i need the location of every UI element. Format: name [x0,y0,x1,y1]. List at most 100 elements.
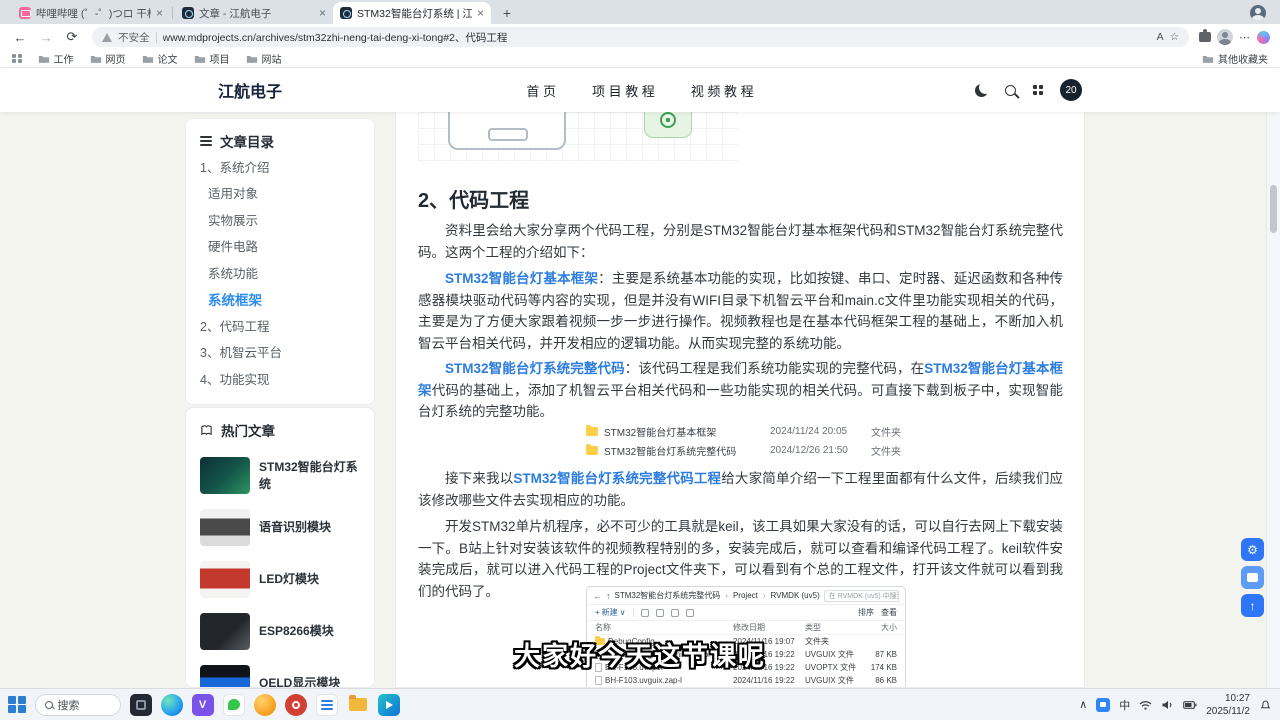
taskbar-media-icon[interactable] [377,693,400,716]
volume-icon[interactable] [1161,699,1174,711]
browser-window: 哔哩哔哩 (゜-゜)つロ 干杯~-bilibili × 文章 - 江航电子 × … [0,0,1280,720]
tab-title: 文章 - 江航电子 [199,7,272,20]
taskbar-wechat-icon[interactable] [222,693,245,716]
bookmark-label: 项目 [209,55,230,66]
taskbar-explorer-icon[interactable] [347,694,369,716]
toc-item-framework-active[interactable]: 系统框架 [200,286,360,313]
term-link[interactable]: STM32智能台灯系统完整代码 [445,361,625,376]
extensions-icon[interactable] [1199,29,1211,42]
toc-item-audience[interactable]: 适用对象 [200,180,360,207]
settings-menu-icon[interactable]: ⋯ [1239,31,1251,44]
new-tab-button[interactable]: + [497,3,517,23]
file-type: 文件夹 [871,428,901,439]
toc-item-implementation[interactable]: 4、功能实现 [200,365,360,392]
taskbar-clock[interactable]: 10:27 2025/11/2 [1206,692,1250,718]
back-to-top-fab[interactable]: ↑ [1241,594,1264,617]
reload-button[interactable]: ⟳ [62,27,82,47]
article-title: OELD显示模块 [259,676,341,688]
file-row: STM32智能台灯基本框架 2024/11/24 20:05 文件夹 [586,422,916,441]
taskbar-music-icon[interactable] [284,693,307,716]
toc-item-gizwits[interactable]: 3、机智云平台 [200,339,360,366]
taskbar-app-icon-3[interactable]: V [191,693,214,716]
bookmark-label: 工作 [53,55,74,66]
breadcrumb: Project [732,591,758,600]
tray-chat-icon[interactable] [1096,697,1111,712]
toc-item-intro[interactable]: 1、系统介绍 [200,153,360,180]
toc-item-hardware[interactable]: 硬件电路 [200,233,360,260]
taskbar-app-icon-5[interactable] [253,693,276,716]
profile-icon[interactable] [1217,29,1233,45]
gear-icon: ⚙ [1247,542,1258,557]
notification-bell-icon[interactable] [1259,698,1272,711]
ime-indicator[interactable]: 中 [1119,697,1130,713]
up-icon: ↑ [606,590,611,601]
close-icon[interactable]: × [319,7,326,19]
term-link[interactable]: STM32智能台灯系统完整代码工程 [513,471,721,486]
forward-button[interactable]: → [36,27,56,47]
copilot-icon[interactable] [1257,30,1270,44]
search-icon[interactable] [1005,84,1016,96]
dark-mode-icon[interactable] [975,84,988,97]
scrollbar-thumb[interactable] [1270,185,1277,233]
browser-profile-avatar[interactable] [1250,5,1266,21]
read-aloud-icon[interactable]: A [1157,31,1164,43]
bookmark-folder-projects[interactable]: 项目 [194,51,230,66]
battery-icon[interactable] [1183,700,1197,710]
toc-item-code-project[interactable]: 2、代码工程 [200,312,360,339]
apps-grid-icon[interactable] [12,53,22,64]
breadcrumb: STM32智能台灯系统完整代码 [614,591,721,600]
taskbar-edge-icon[interactable] [160,693,183,716]
apps-grid-icon[interactable] [1033,85,1043,95]
term-link[interactable]: STM32智能台灯基本框架 [445,271,598,286]
page-scrollbar[interactable] [1266,112,1280,688]
file-name: STM32智能台灯基本框架 [604,428,717,439]
close-icon[interactable]: × [156,7,163,19]
site-header: 江航电子 首 页 项 目 教 程 视 频 教 程 20 [0,68,1280,112]
explorer-row: BH-F103.uvguix.zap-l 2024/11/16 19:22 UV… [587,674,905,687]
user-avatar[interactable]: 20 [1060,79,1082,101]
bookmark-folder-papers[interactable]: 论文 [142,51,178,66]
network-icon[interactable] [1139,699,1152,711]
hot-item[interactable]: 语音识别模块 [200,509,360,546]
nav-video-tutorials[interactable]: 视 频 教 程 [691,81,754,100]
folder-icon [142,55,153,63]
bookmark-folder-web[interactable]: 网页 [90,51,126,66]
tab-bilibili[interactable]: 哔哩哔哩 (゜-゜)つロ 干杯~-bilibili × [12,2,170,24]
toc-item-showcase[interactable]: 实物展示 [200,206,360,233]
nav-project-tutorials[interactable]: 项 目 教 程 [592,81,655,100]
close-icon[interactable]: × [477,7,484,19]
tab-article-list[interactable]: 文章 - 江航电子 × [175,2,333,24]
nav-home[interactable]: 首 页 [526,81,556,100]
section-heading: 2、代码工程 [418,190,530,212]
favorite-star-icon[interactable]: ☆ [1170,31,1179,43]
taskbar-docs-icon[interactable] [315,693,338,716]
tab-current-article[interactable]: STM32智能台灯系统 | 江航电子 × [333,2,491,24]
device-screen-sketch [488,128,528,141]
address-bar[interactable]: 不安全 www.mdprojects.cn/archives/stm32zhi-… [92,27,1189,47]
new-button: + 新建 ∨ [595,608,626,617]
start-button[interactable] [8,695,26,714]
taskbar-app-icon-1[interactable] [129,693,152,716]
hot-item[interactable]: STM32智能台灯系统 [200,457,360,494]
site-favicon [340,7,352,19]
site-logo[interactable]: 江航电子 [218,68,282,112]
folder-listing-image[interactable]: STM32智能台灯基本框架 2024/11/24 20:05 文件夹 STM32… [586,422,916,460]
system-diagram-image[interactable] [418,112,738,162]
bookmark-folder-work[interactable]: 工作 [38,51,74,66]
copy-icon [655,608,664,617]
hot-header: 热门文章 [200,418,360,442]
toc-item-functions[interactable]: 系统功能 [200,259,360,286]
tray-chevron-up-icon[interactable]: ∧ [1079,698,1087,711]
settings-fab[interactable]: ⚙ [1241,538,1264,561]
tab-strip: 哔哩哔哩 (゜-゜)つロ 干杯~-bilibili × 文章 - 江航电子 × … [0,0,1280,24]
taskbar-search[interactable]: 搜索 [34,693,121,716]
comments-fab[interactable] [1241,566,1264,589]
back-button[interactable]: ← [10,27,30,47]
search-icon [44,700,53,709]
other-favorites[interactable]: 其他收藏夹 [1202,51,1268,66]
explorer-title-bar: ← ↑ STM32智能台灯系统完整代码 › Project › RVMDK (u… [587,587,905,605]
bookmark-folder-sites[interactable]: 网站 [246,51,282,66]
delete-icon [685,608,694,617]
hot-item[interactable]: LED灯模块 [200,561,360,598]
green-circle-icon [660,112,676,128]
